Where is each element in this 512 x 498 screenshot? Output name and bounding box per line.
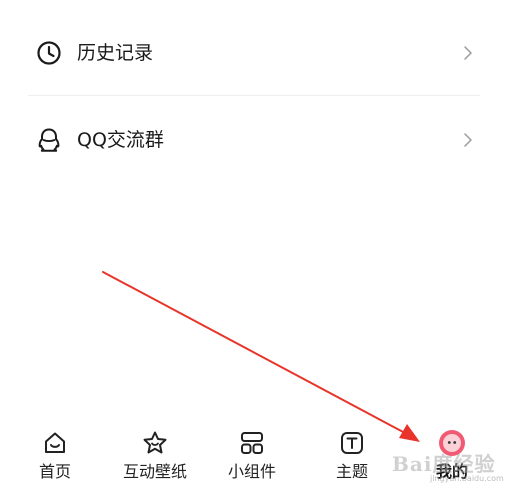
theme-t-icon xyxy=(341,432,363,454)
tab-interactive-wallpaper-label: 互动壁纸 xyxy=(122,462,187,481)
menu-item-qq-group[interactable]: QQ交流群 xyxy=(0,118,512,162)
tab-interactive-wallpaper[interactable]: 互动壁纸 xyxy=(115,418,195,488)
tab-widgets[interactable]: 小组件 xyxy=(220,418,284,488)
tab-theme[interactable]: 主题 xyxy=(328,418,376,488)
menu-divider xyxy=(28,95,480,96)
watermark-url: jingyan.baidu.com xyxy=(430,474,504,483)
menu-item-history[interactable]: 历史记录 xyxy=(0,31,512,75)
menu-item-qq-group-label: QQ交流群 xyxy=(77,129,164,151)
watermark: Bai度经验 xyxy=(392,452,496,476)
chevron-right-icon xyxy=(464,46,472,60)
chevron-right-icon xyxy=(464,133,472,147)
tab-theme-label: 主题 xyxy=(335,462,368,481)
menu-item-history-label: 历史记录 xyxy=(77,42,154,64)
qq-penguin-icon xyxy=(38,128,60,152)
widgets-icon xyxy=(241,432,263,454)
tab-home-label: 首页 xyxy=(38,462,71,481)
tab-home[interactable]: 首页 xyxy=(30,418,80,488)
home-icon xyxy=(45,432,65,453)
clock-icon xyxy=(37,41,61,65)
tab-widgets-label: 小组件 xyxy=(227,462,276,481)
star-face-icon xyxy=(143,431,167,454)
